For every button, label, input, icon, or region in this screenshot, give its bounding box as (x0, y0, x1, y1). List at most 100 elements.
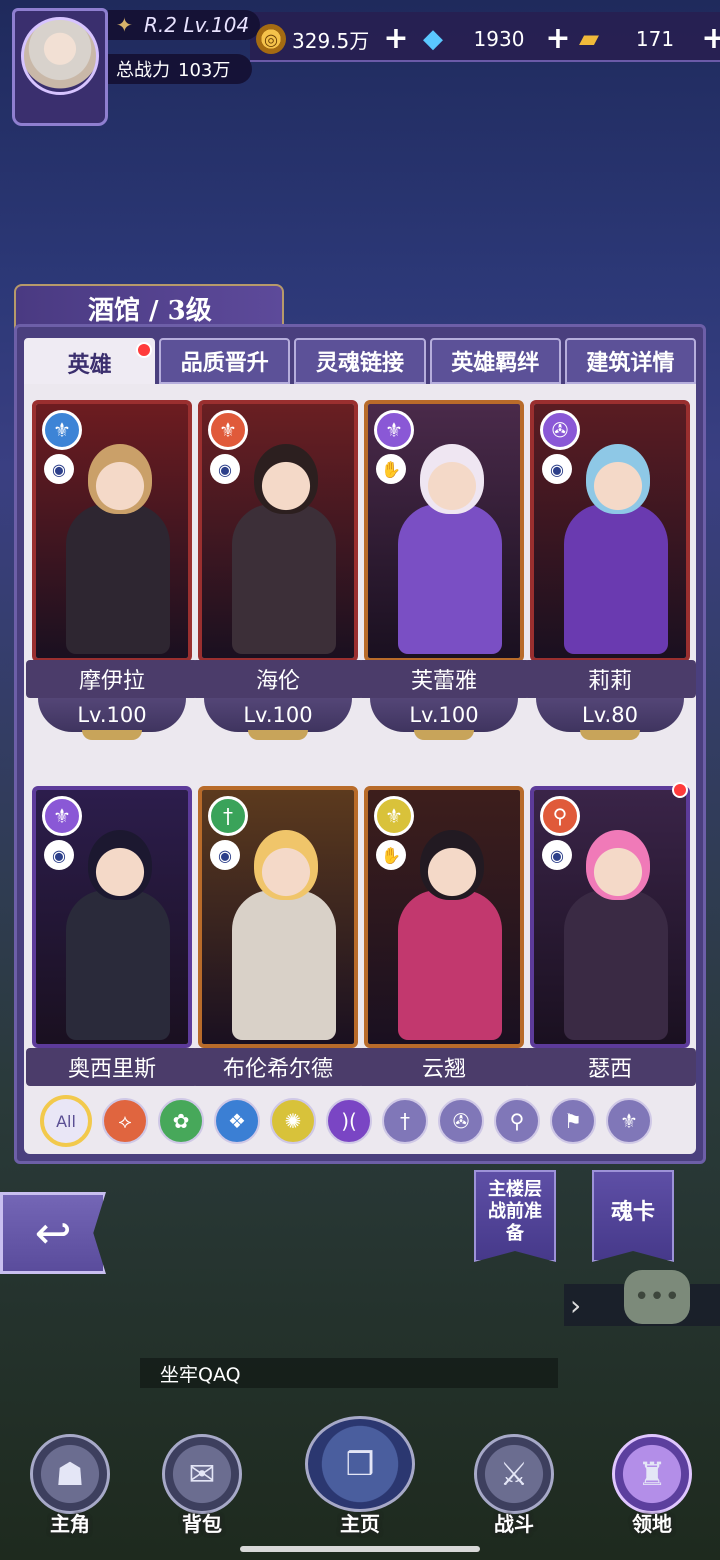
hero-name: 瑟西 (524, 1048, 696, 1086)
power-pill: 总战力 103万 (108, 54, 252, 84)
eye-icon: ◉ (542, 454, 572, 484)
diamond-value: 1930 (473, 27, 525, 51)
magnifier-class-icon[interactable]: ⚲ (494, 1098, 540, 1144)
currency-diamond: ◆ 1930 + (418, 22, 572, 56)
dagger-icon: † (208, 796, 248, 836)
hero-portrait[interactable]: ⚜ ◉ (32, 786, 192, 1048)
eye-icon: ◉ (210, 840, 240, 870)
nav-label: 主角 (50, 1512, 90, 1536)
wings-icon: ⚜ (374, 410, 414, 450)
hero-portrait[interactable]: ⚜ ◉ (198, 400, 358, 662)
nav-bag[interactable]: ✉ 背包 (142, 1430, 262, 1548)
level-ornament (580, 730, 640, 740)
nav-territory[interactable]: ♜ 领地 (592, 1430, 712, 1548)
power-value: 103万 (178, 60, 231, 81)
eye-icon: ◉ (210, 454, 240, 484)
portrait-head (420, 830, 484, 900)
diamond-icon: ◆ (423, 24, 443, 54)
fire-element-icon[interactable]: ⟡ (102, 1098, 148, 1144)
hero-card[interactable]: † ◉ 布伦希尔德 (192, 786, 364, 1086)
portrait-body (564, 890, 668, 1040)
tab-soul-link[interactable]: 灵魂链接 (294, 338, 426, 384)
magnifier-icon: ⚲ (540, 796, 580, 836)
ticket-value: 171 (635, 27, 675, 51)
wind-element-icon[interactable]: ✿ (158, 1098, 204, 1144)
add-diamond-button[interactable]: + (544, 24, 572, 54)
wings-icon: ⚜ (374, 796, 414, 836)
portrait-body (66, 890, 170, 1040)
hero-icon: ☗ (30, 1434, 110, 1514)
power-label: 总战力 (116, 60, 170, 81)
portrait-head (420, 444, 484, 514)
tab-heroes[interactable]: 英雄 (24, 338, 156, 388)
rank-star-icon: ✦ (116, 13, 133, 37)
tab-hero-bond[interactable]: 英雄羁绊 (429, 338, 561, 384)
wings-icon: ⚜ (42, 410, 82, 450)
ticket-icon: ▰ (579, 24, 599, 54)
nav-hero[interactable]: ☗ 主角 (10, 1430, 130, 1548)
hero-name: 芙蕾雅 (358, 660, 530, 698)
portrait-head (88, 444, 152, 514)
add-ticket-button[interactable]: + (700, 24, 720, 54)
tab-building-details[interactable]: 建筑详情 (564, 338, 697, 384)
dagger-class-icon[interactable]: † (382, 1098, 428, 1144)
hero-card[interactable]: ⚜ ◉ 摩伊拉 Lv.100 (26, 400, 198, 740)
wings-class-icon[interactable]: ⚜ (606, 1098, 652, 1144)
portrait-body (232, 890, 336, 1040)
avatar-frame[interactable] (12, 8, 108, 126)
hero-portrait[interactable]: ⚜ ✋ (364, 786, 524, 1048)
portrait-head (254, 830, 318, 900)
eye-icon: ◉ (44, 454, 74, 484)
chat-bubble-icon[interactable]: ••• (624, 1270, 690, 1324)
hero-card[interactable]: ⚜ ✋ 芙蕾雅 Lv.100 (358, 400, 530, 740)
avatar[interactable] (21, 17, 99, 95)
hero-card[interactable]: ⚲ ◉ 瑟西 (524, 782, 696, 1086)
portrait-body (66, 504, 170, 654)
back-button[interactable]: ↩ (0, 1192, 106, 1274)
hero-card[interactable]: ⚜ ◉ 奥西里斯 (26, 786, 198, 1086)
hand-icon: ✋ (376, 454, 406, 484)
light-element-icon[interactable]: ✺ (270, 1098, 316, 1144)
hero-portrait[interactable]: ⚲ ◉ (530, 786, 690, 1048)
soul-card-button[interactable]: 魂卡 (592, 1170, 674, 1262)
hero-level: Lv.100 (38, 698, 186, 732)
level-ornament (82, 730, 142, 740)
hand-icon: ✋ (376, 840, 406, 870)
level-ornament (248, 730, 308, 740)
hero-portrait[interactable]: † ◉ (198, 786, 358, 1048)
portrait-body (564, 504, 668, 654)
hero-portrait[interactable]: ✇ ◉ (530, 400, 690, 662)
add-gold-button[interactable]: + (382, 24, 410, 54)
hero-portrait[interactable]: ⚜ ◉ (32, 400, 192, 662)
gold-value: 329.5万 (292, 28, 370, 53)
rank-text: R.2 Lv.104 (144, 13, 250, 37)
hero-name: 海伦 (192, 660, 364, 698)
swords-icon: ⚔ (474, 1434, 554, 1514)
home-indicator[interactable] (240, 1546, 480, 1552)
hero-card[interactable]: ⚜ ◉ 海伦 Lv.100 (192, 400, 364, 740)
nav-label: 战斗 (494, 1512, 534, 1536)
hero-name: 布伦希尔德 (192, 1048, 364, 1086)
portrait-head (586, 444, 650, 514)
nav-home[interactable]: ❒ 主页 (300, 1416, 420, 1548)
nav-label: 主页 (340, 1512, 380, 1536)
hero-card[interactable]: ✇ ◉ 莉莉 Lv.80 (524, 400, 696, 740)
eye-icon: ◉ (542, 840, 572, 870)
hero-portrait[interactable]: ⚜ ✋ (364, 400, 524, 662)
flag-class-icon[interactable]: ⚑ (550, 1098, 596, 1144)
floor-prepare-button[interactable]: 主楼层战前准备 (474, 1170, 556, 1262)
hero-notification-dot (672, 782, 688, 798)
back-arrow-icon: ↩ (34, 1207, 72, 1259)
swirl-class-icon[interactable]: ✇ (438, 1098, 484, 1144)
gold-coin-icon: ◎ (256, 24, 286, 54)
chevron-right-icon: › (570, 1288, 582, 1322)
currency-ticket: ▰ 171 + (574, 22, 720, 56)
chat-message[interactable]: 坐牢QAQ (140, 1358, 558, 1388)
nav-battle[interactable]: ⚔ 战斗 (454, 1430, 574, 1548)
hero-card[interactable]: ⚜ ✋ 云翘 (358, 786, 530, 1086)
tab-quality-upgrade[interactable]: 品质晋升 (159, 338, 291, 384)
portrait-head (254, 444, 318, 514)
filter-all[interactable]: All (40, 1095, 92, 1147)
dark-element-icon[interactable]: )( (326, 1098, 372, 1144)
water-element-icon[interactable]: ❖ (214, 1098, 260, 1144)
